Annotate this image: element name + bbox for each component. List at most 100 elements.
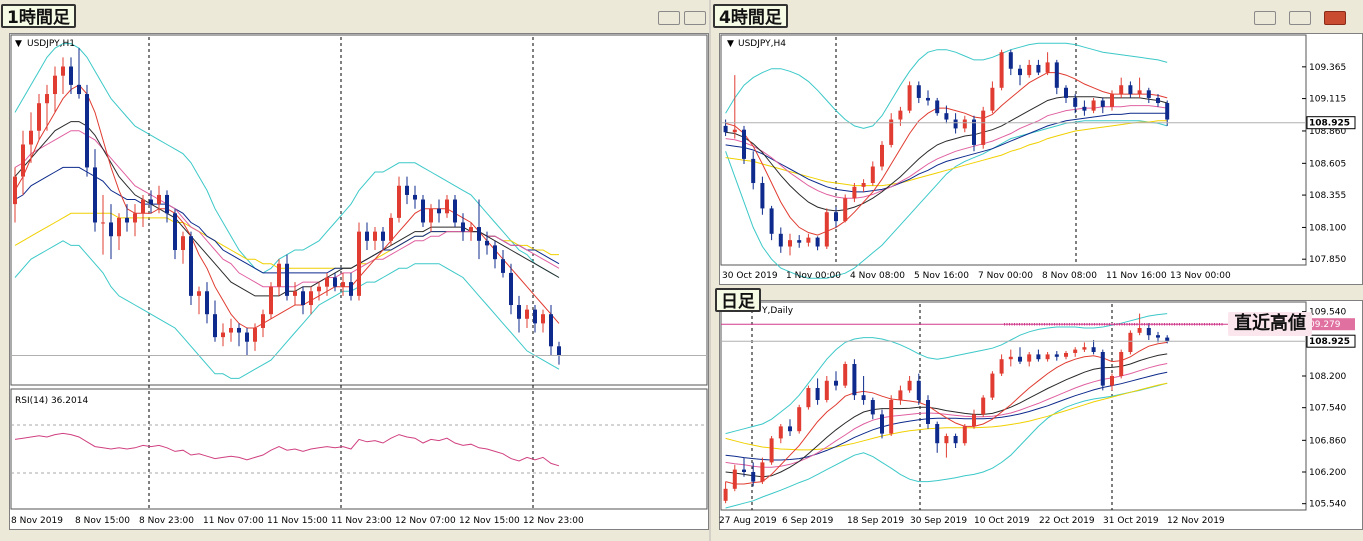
- daily-candle: [916, 380, 921, 400]
- h4-chart: 30 Oct 2019 1 Nov 00:00 4 Nov 08:00 5 Nov 1…: [720, 34, 1356, 281]
- h4-candle: [1082, 106, 1087, 111]
- h1-candle: [485, 240, 489, 246]
- h4-candle: [944, 113, 949, 120]
- daily-candle: [1128, 332, 1133, 352]
- h1-candle: [149, 199, 153, 205]
- h4-y-tick-label: 108.100: [1309, 223, 1346, 233]
- h4-symbol-label: USDJPY,H4: [738, 39, 786, 49]
- h1-candle: [173, 213, 177, 250]
- h4-candle: [843, 198, 848, 222]
- h4-candle: [916, 85, 921, 98]
- daily-x-tick-label: 6 Sep 2019: [782, 516, 834, 526]
- h1-candle: [237, 327, 241, 333]
- h4-candle: [788, 240, 792, 247]
- daily-candle: [1110, 376, 1114, 386]
- daily-candle: [990, 373, 995, 398]
- h1-candle: [269, 286, 273, 315]
- h4-candle: [1110, 94, 1114, 107]
- h1-candle: [357, 231, 361, 296]
- daily-candle: [806, 388, 811, 408]
- h1-candle: [405, 185, 409, 195]
- h1-candle: [189, 236, 193, 296]
- h1-candle: [181, 236, 185, 250]
- h1-symbol-arrow-icon[interactable]: ▼: [15, 39, 22, 49]
- h4-candle: [1054, 62, 1059, 88]
- h4-candle: [1008, 52, 1013, 69]
- h1-restore-button[interactable]: [684, 11, 706, 25]
- h1-candle: [445, 199, 449, 214]
- daily-candle: [852, 364, 857, 396]
- h1-candle: [333, 277, 337, 287]
- h1-candle: [309, 291, 313, 306]
- h4-restore-button[interactable]: [1289, 11, 1311, 25]
- h4-candle: [898, 110, 903, 120]
- h1-x-tick-label: 12 Nov 23:00: [523, 516, 584, 526]
- daily-candle: [1054, 354, 1059, 357]
- h4-candle: [815, 237, 820, 247]
- h1-candle: [77, 84, 81, 95]
- daily-candle: [999, 359, 1004, 374]
- h1-chart: 8 Nov 2019 8 Nov 15:00 8 Nov 23:00 11 Nov 0…: [10, 34, 708, 526]
- h4-candle: [1018, 68, 1022, 76]
- h1-x-tick-label: 11 Nov 23:00: [331, 516, 392, 526]
- h4-ma-red: [725, 72, 1168, 236]
- daily-candle: [843, 364, 848, 386]
- h4-candle: [1165, 103, 1170, 120]
- h1-candle: [437, 208, 441, 214]
- h4-candle: [972, 119, 976, 145]
- daily-symbol-label: Y,Daily: [762, 306, 794, 316]
- daily-candle: [880, 414, 884, 434]
- daily-candle: [1146, 328, 1151, 336]
- daily-candle: [1036, 354, 1041, 360]
- h1-candle: [133, 213, 137, 223]
- h1-candle: [85, 94, 89, 168]
- h1-candle: [381, 231, 385, 241]
- h4-ma-navy: [725, 112, 1168, 193]
- daily-price-label: 108.925: [1309, 337, 1350, 347]
- daily-candle: [1165, 337, 1170, 341]
- daily-candle: [732, 469, 737, 489]
- h4-symbol-arrow-icon[interactable]: ▼: [727, 39, 734, 49]
- h1-candle: [469, 227, 473, 232]
- rsi-line: [14, 432, 560, 467]
- h1-candle: [61, 66, 65, 76]
- h1-candle: [397, 185, 401, 218]
- daily-candle: [1008, 356, 1013, 360]
- daily-candle: [788, 426, 792, 432]
- h1-symbol-label: USDJPY,H1: [27, 39, 75, 49]
- h1-candle: [461, 222, 465, 232]
- h4-candle: [1119, 85, 1124, 95]
- h1-candle: [501, 259, 505, 273]
- daily-candle: [935, 424, 940, 444]
- h1-candle: [117, 217, 121, 237]
- h1-candle: [157, 194, 161, 205]
- daily-y-tick-label: 108.200: [1309, 372, 1346, 382]
- h4-close-button[interactable]: [1324, 11, 1346, 25]
- h1-candle: [101, 222, 105, 224]
- h4-x-tick-label: 30 Oct 2019: [722, 271, 778, 281]
- daily-x-tick-label: 30 Sep 2019: [910, 516, 967, 526]
- daily-candle: [1027, 354, 1032, 362]
- daily-x-tick-label: 27 Aug 2019: [719, 516, 777, 526]
- h1-candle: [261, 314, 265, 328]
- daily-candle: [962, 426, 967, 444]
- daily-candle: [751, 472, 756, 482]
- rsi-label: RSI(14) 36.2014: [15, 396, 89, 406]
- h1-candle: [453, 199, 457, 223]
- h1-minimize-button[interactable]: [658, 11, 680, 25]
- daily-candle: [953, 436, 958, 444]
- h1-candle: [93, 167, 97, 223]
- h4-y-tick-label: 109.115: [1309, 95, 1346, 105]
- daily-candle: [1064, 352, 1068, 357]
- h4-candle: [778, 233, 783, 247]
- h4-minimize-button[interactable]: [1254, 11, 1276, 25]
- h1-candle: [141, 199, 145, 214]
- h4-candle: [962, 119, 967, 129]
- h4-candle: [1137, 90, 1142, 95]
- h1-candle: [349, 282, 353, 296]
- h1-x-tick-label: 8 Nov 2019: [11, 516, 63, 526]
- h1-rsi-pane-border: [10, 388, 708, 510]
- h1-candle: [517, 305, 521, 319]
- daily-candle: [889, 400, 894, 434]
- h1-candle: [477, 227, 481, 241]
